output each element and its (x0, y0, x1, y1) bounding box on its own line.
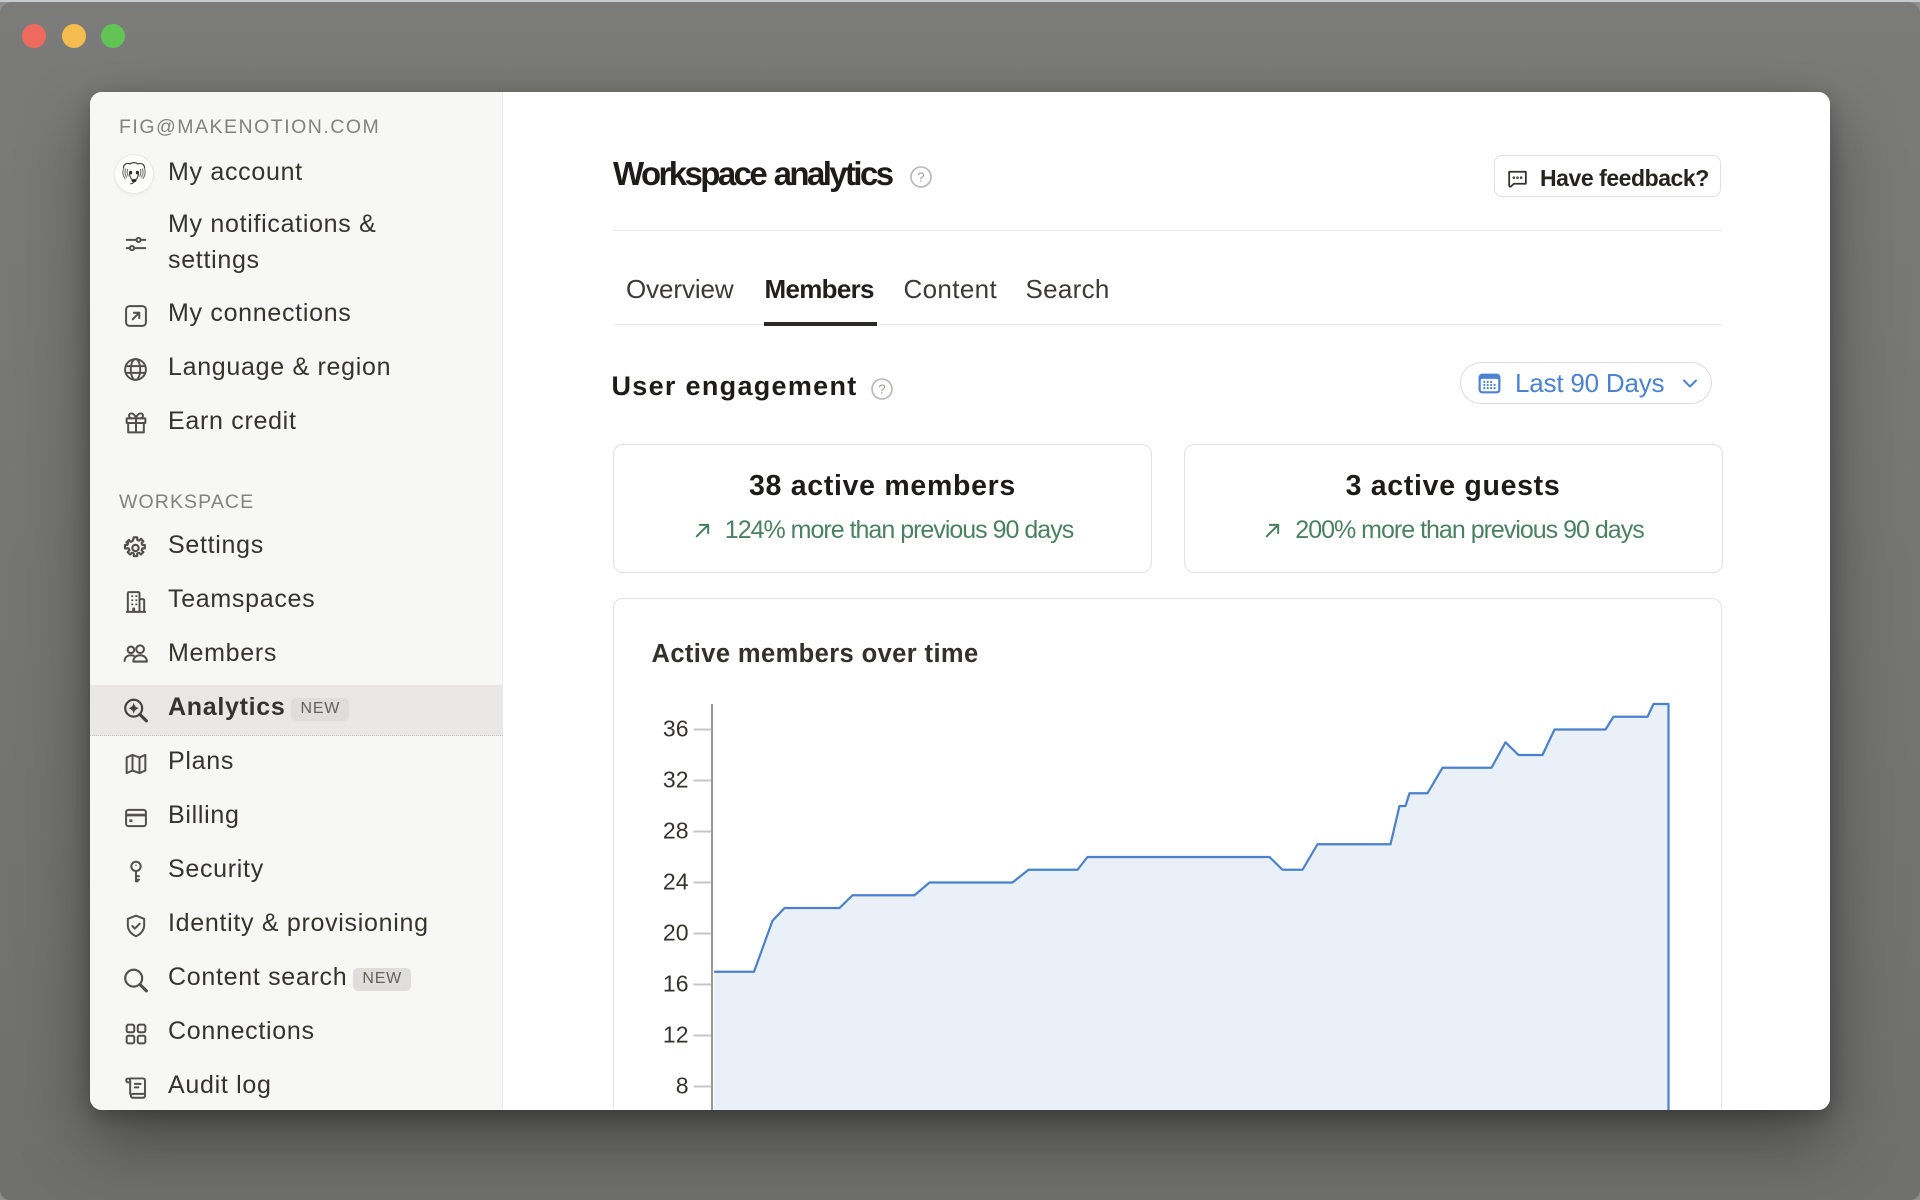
svg-text:24: 24 (662, 869, 688, 895)
svg-text:28: 28 (662, 818, 688, 844)
svg-text:20: 20 (662, 920, 688, 946)
svg-text:36: 36 (662, 716, 688, 742)
svg-text:?: ? (917, 170, 924, 185)
svg-text:12: 12 (662, 1022, 688, 1048)
svg-text:8: 8 (675, 1073, 688, 1099)
svg-text:16: 16 (662, 971, 688, 997)
svg-text:32: 32 (662, 767, 688, 793)
svg-text:?: ? (878, 381, 885, 396)
